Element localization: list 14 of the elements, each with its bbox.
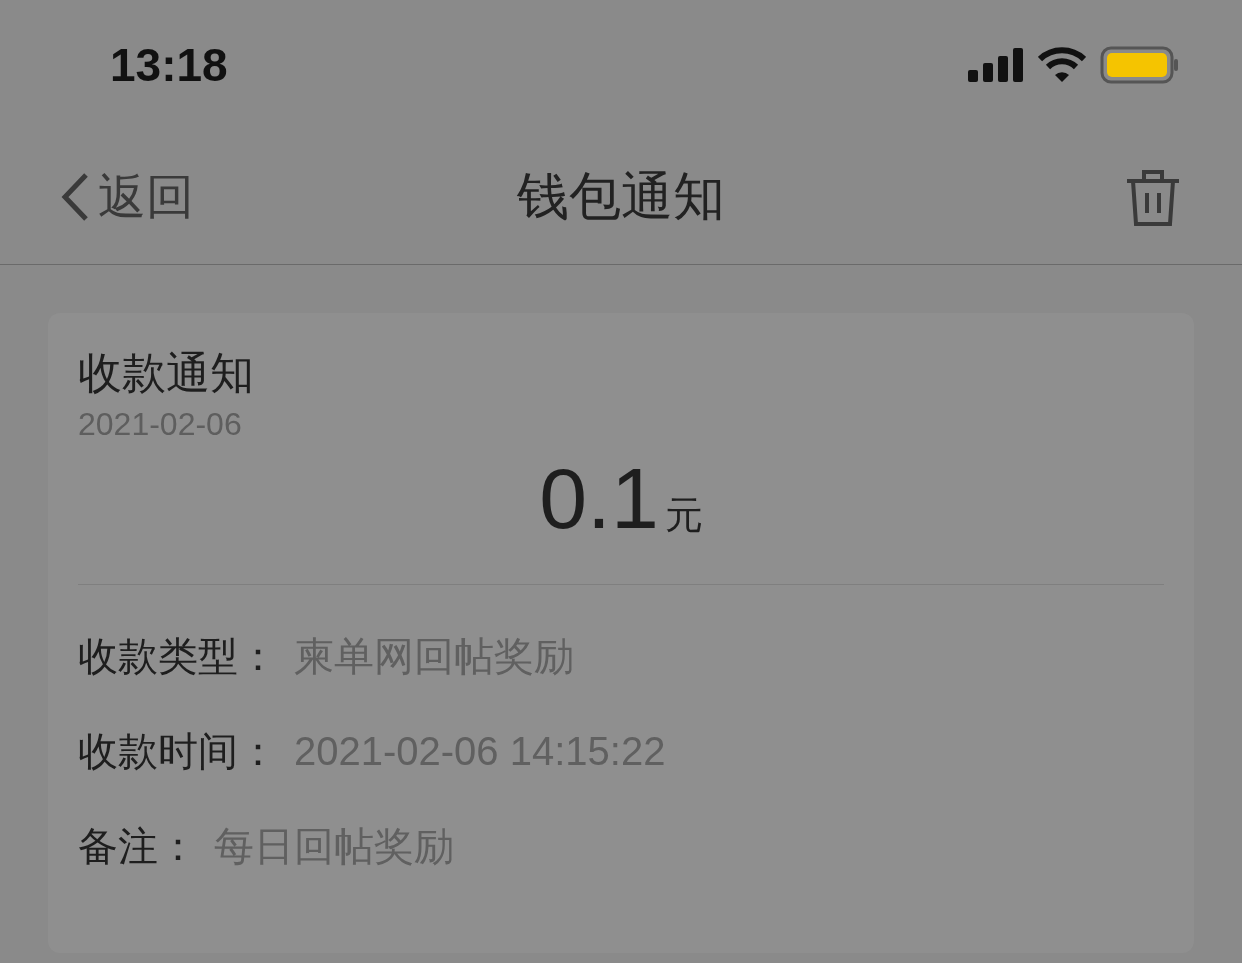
battery-icon: [1100, 46, 1180, 84]
signal-icon: [968, 48, 1024, 82]
status-time: 13:18: [110, 38, 228, 92]
page-title: 钱包通知: [517, 165, 725, 228]
currency-unit: 元: [664, 491, 703, 539]
wifi-icon: [1038, 47, 1086, 83]
card-title: 收款通知: [78, 347, 255, 400]
trash-icon[interactable]: [1124, 167, 1182, 227]
back-button[interactable]: 返回: [60, 165, 194, 229]
field-label: 收款时间：: [78, 726, 278, 776]
amount: 0.1: [539, 448, 659, 548]
back-chevron-icon: [60, 171, 90, 223]
field-label: 收款类型：: [78, 631, 278, 681]
field-label: 备注：: [78, 821, 198, 871]
